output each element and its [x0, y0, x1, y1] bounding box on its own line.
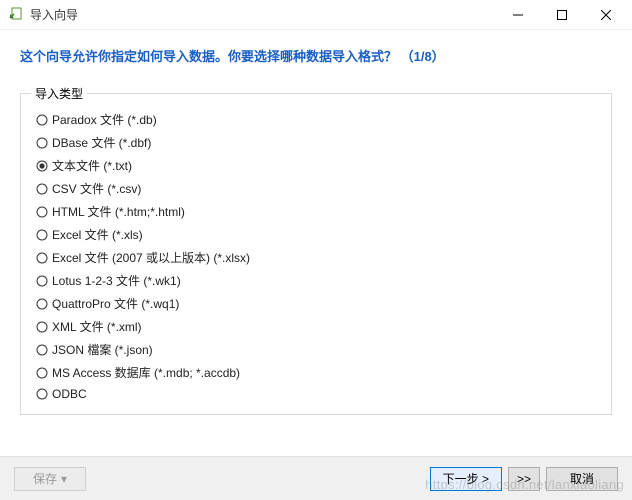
radio-label: 文本文件 (*.txt)	[52, 157, 132, 174]
radio-option[interactable]: DBase 文件 (*.dbf)	[35, 131, 597, 154]
radio-option[interactable]: QuattroPro 文件 (*.wq1)	[35, 292, 597, 315]
radio-unchecked-icon	[35, 343, 48, 356]
radio-option[interactable]: ODBC	[35, 384, 597, 404]
cancel-button[interactable]: 取消	[546, 467, 618, 491]
radio-unchecked-icon	[35, 274, 48, 287]
radio-unchecked-icon	[35, 366, 48, 379]
radio-label: HTML 文件 (*.htm;*.html)	[52, 203, 185, 220]
radio-option[interactable]: MS Access 数据库 (*.mdb; *.accdb)	[35, 361, 597, 384]
radio-option[interactable]: JSON 檔案 (*.json)	[35, 338, 597, 361]
radio-label: QuattroPro 文件 (*.wq1)	[52, 295, 179, 312]
radio-checked-icon	[35, 159, 48, 172]
radio-label: CSV 文件 (*.csv)	[52, 180, 141, 197]
save-button: 保存 ▾	[14, 467, 86, 491]
maximize-button[interactable]	[540, 0, 584, 30]
window-title: 导入向导	[30, 6, 78, 23]
radio-label: MS Access 数据库 (*.mdb; *.accdb)	[52, 364, 240, 381]
import-type-group: 导入类型 Paradox 文件 (*.db)DBase 文件 (*.dbf)文本…	[20, 93, 612, 415]
titlebar: 导入向导	[0, 0, 632, 30]
radio-label: Excel 文件 (2007 或以上版本) (*.xlsx)	[52, 249, 250, 266]
radio-label: Lotus 1-2-3 文件 (*.wk1)	[52, 272, 181, 289]
radio-unchecked-icon	[35, 136, 48, 149]
radio-option[interactable]: 文本文件 (*.txt)	[35, 154, 597, 177]
save-button-label: 保存	[33, 470, 57, 487]
group-legend: 导入类型	[31, 85, 87, 102]
radio-unchecked-icon	[35, 388, 48, 401]
radio-option[interactable]: CSV 文件 (*.csv)	[35, 177, 597, 200]
wizard-header: 这个向导允许你指定如何导入数据。你要选择哪种数据导入格式？ （1/8）	[0, 30, 632, 73]
window-controls	[496, 0, 628, 30]
minimize-button[interactable]	[496, 0, 540, 30]
radio-option[interactable]: Lotus 1-2-3 文件 (*.wk1)	[35, 269, 597, 292]
next-button[interactable]: 下一步 >	[430, 467, 502, 491]
radio-option[interactable]: Excel 文件 (*.xls)	[35, 223, 597, 246]
radio-unchecked-icon	[35, 205, 48, 218]
radio-option[interactable]: XML 文件 (*.xml)	[35, 315, 597, 338]
button-bar: 保存 ▾ 下一步 > >> 取消	[0, 456, 632, 500]
radio-option[interactable]: Excel 文件 (2007 或以上版本) (*.xlsx)	[35, 246, 597, 269]
radio-list: Paradox 文件 (*.db) DBase 文件 (*.dbf) 文本文件 (*…	[35, 108, 597, 404]
dropdown-icon: ▾	[61, 472, 67, 486]
radio-label: ODBC	[52, 387, 87, 401]
radio-unchecked-icon	[35, 113, 48, 126]
app-icon	[8, 7, 24, 23]
fast-forward-button[interactable]: >>	[508, 467, 540, 491]
radio-label: XML 文件 (*.xml)	[52, 318, 142, 335]
radio-option[interactable]: HTML 文件 (*.htm;*.html)	[35, 200, 597, 223]
radio-label: DBase 文件 (*.dbf)	[52, 134, 151, 151]
radio-unchecked-icon	[35, 320, 48, 333]
radio-label: Excel 文件 (*.xls)	[52, 226, 143, 243]
radio-unchecked-icon	[35, 182, 48, 195]
radio-option[interactable]: Paradox 文件 (*.db)	[35, 108, 597, 131]
close-button[interactable]	[584, 0, 628, 30]
radio-label: JSON 檔案 (*.json)	[52, 341, 153, 358]
radio-unchecked-icon	[35, 297, 48, 310]
radio-unchecked-icon	[35, 251, 48, 264]
radio-label: Paradox 文件 (*.db)	[52, 111, 157, 128]
radio-unchecked-icon	[35, 228, 48, 241]
